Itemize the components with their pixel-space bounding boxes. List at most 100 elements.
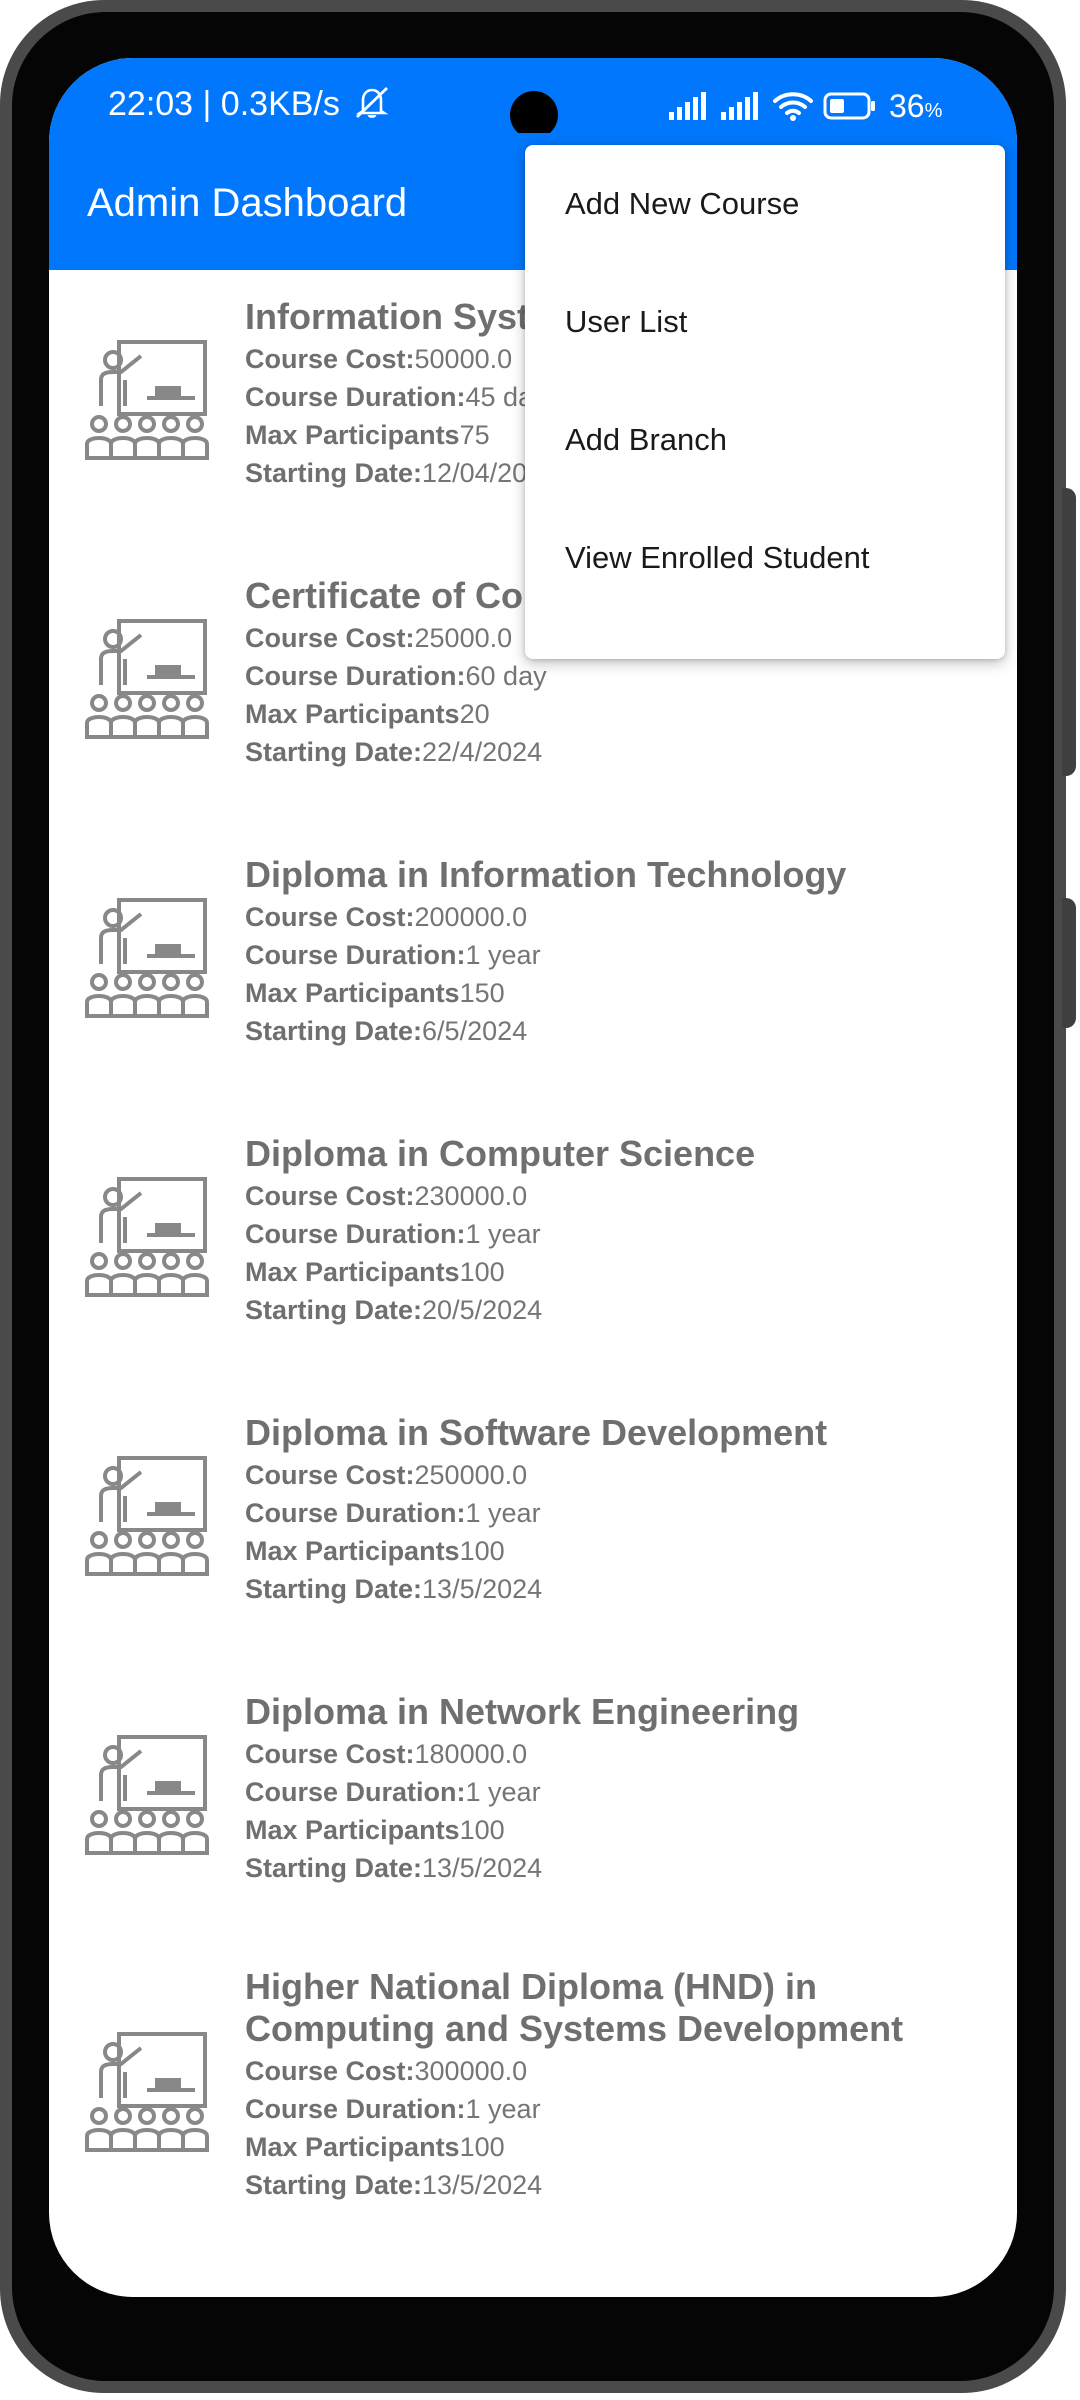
course-cost-label: Course Cost: bbox=[245, 344, 415, 374]
course-duration-value: 60 day bbox=[465, 661, 547, 691]
course-participants-label: Max Participants bbox=[245, 1257, 460, 1287]
page-title: Admin Dashboard bbox=[87, 181, 408, 225]
course-cost-value: 300000.0 bbox=[414, 2056, 528, 2086]
course-participants-label: Max Participants bbox=[245, 1536, 460, 1566]
front-camera bbox=[510, 91, 558, 139]
course-title: Diploma in Software Development bbox=[245, 1412, 828, 1453]
classroom-icon bbox=[85, 1735, 209, 1857]
course-duration-value: 1 year bbox=[465, 1777, 541, 1807]
course-cost-value: 230000.0 bbox=[414, 1181, 528, 1211]
course-participants-label: Max Participants bbox=[245, 699, 460, 729]
status-bar: 22:03 | 0.3KB/s 36% bbox=[49, 58, 1017, 139]
course-duration-value: 1 year bbox=[465, 940, 541, 970]
course-list-item[interactable]: Diploma in Software Development Course C… bbox=[49, 1386, 1017, 1665]
bell-off-icon bbox=[356, 86, 389, 119]
status-icons: 36% bbox=[669, 86, 942, 126]
battery-icon bbox=[823, 92, 875, 120]
course-duration: Course Duration:1 year bbox=[245, 936, 1005, 974]
course-cost-label: Course Cost: bbox=[245, 1460, 415, 1490]
course-list-item[interactable]: Diploma in Network Engineering Course Co… bbox=[49, 1665, 1017, 1944]
divider bbox=[49, 825, 57, 831]
course-duration-label: Course Duration: bbox=[245, 661, 466, 691]
divider bbox=[49, 267, 57, 273]
divider bbox=[49, 1941, 57, 1947]
classroom-icon bbox=[85, 619, 209, 741]
course-participants-label: Max Participants bbox=[245, 420, 460, 450]
divider bbox=[49, 1662, 57, 1668]
volume-button bbox=[1062, 898, 1076, 1028]
course-cost: Course Cost:300000.0 bbox=[245, 2052, 1005, 2090]
course-list-item[interactable]: Diploma in Computer Science Course Cost:… bbox=[49, 1107, 1017, 1386]
course-duration: Course Duration:1 year bbox=[245, 1494, 1005, 1532]
divider bbox=[49, 1383, 57, 1389]
course-cost-value: 50000.0 bbox=[414, 344, 513, 374]
course-duration: Course Duration:60 day bbox=[245, 657, 1005, 695]
course-start-date: Starting Date:6/5/2024 bbox=[245, 1012, 1005, 1050]
course-duration-value: 45 da bbox=[465, 382, 534, 412]
course-start-value: 22/4/2024 bbox=[422, 737, 543, 767]
divider bbox=[49, 546, 57, 552]
course-details: Diploma in Computer Science Course Cost:… bbox=[245, 1133, 1005, 1329]
battery-percent-unit: % bbox=[924, 99, 943, 122]
course-start-date: Starting Date:13/5/2024 bbox=[245, 1570, 1005, 1608]
course-max-participants: Max Participants100 bbox=[245, 1253, 1005, 1291]
course-participants-value: 75 bbox=[459, 420, 490, 450]
course-cost-value: 200000.0 bbox=[414, 902, 528, 932]
course-participants-value: 100 bbox=[459, 1536, 505, 1566]
course-participants-value: 20 bbox=[459, 699, 490, 729]
course-cost: Course Cost:180000.0 bbox=[245, 1735, 1005, 1773]
battery-percent: 36% bbox=[889, 88, 942, 125]
course-duration-label: Course Duration: bbox=[245, 382, 466, 412]
menu-item-add-new-course[interactable]: Add New Course bbox=[525, 145, 1005, 263]
wifi-icon bbox=[773, 92, 813, 121]
status-time-text: 22:03 | 0.3KB/s bbox=[108, 85, 340, 123]
course-duration-label: Course Duration: bbox=[245, 1219, 466, 1249]
classroom-icon bbox=[85, 898, 209, 1020]
course-duration-label: Course Duration: bbox=[245, 940, 466, 970]
power-button bbox=[1062, 488, 1076, 776]
course-title: Diploma in Computer Science bbox=[245, 1133, 756, 1174]
course-participants-value: 100 bbox=[459, 2132, 505, 2162]
battery-percent-value: 36 bbox=[889, 87, 925, 124]
course-cost-label: Course Cost: bbox=[245, 1181, 415, 1211]
course-start-value: 13/5/2024 bbox=[422, 1853, 543, 1883]
overflow-menu: Add New Course User List Add Branch View… bbox=[525, 145, 1005, 659]
course-duration-label: Course Duration: bbox=[245, 2094, 466, 2124]
course-max-participants: Max Participants150 bbox=[245, 974, 1005, 1012]
course-duration-value: 1 year bbox=[465, 1498, 541, 1528]
course-cost-value: 25000.0 bbox=[414, 623, 513, 653]
course-duration: Course Duration:1 year bbox=[245, 1773, 1005, 1811]
course-start-label: Starting Date: bbox=[245, 458, 423, 488]
course-cost-label: Course Cost: bbox=[245, 623, 415, 653]
menu-item-add-branch[interactable]: Add Branch bbox=[525, 381, 1005, 499]
course-start-label: Starting Date: bbox=[245, 1295, 423, 1325]
course-participants-label: Max Participants bbox=[245, 2132, 460, 2162]
course-participants-label: Max Participants bbox=[245, 1815, 460, 1845]
course-details: Higher National Diploma (HND) in Computi… bbox=[245, 1966, 1005, 2204]
course-start-value: 13/5/2024 bbox=[422, 2170, 543, 2200]
course-title: Higher National Diploma (HND) in Computi… bbox=[245, 1966, 904, 2049]
course-start-label: Starting Date: bbox=[245, 1853, 423, 1883]
course-cost: Course Cost:250000.0 bbox=[245, 1456, 1005, 1494]
course-cost-value: 180000.0 bbox=[414, 1739, 528, 1769]
course-participants-value: 100 bbox=[459, 1257, 505, 1287]
course-list-item[interactable]: Diploma in Information Technology Course… bbox=[49, 828, 1017, 1107]
course-cost-label: Course Cost: bbox=[245, 1739, 415, 1769]
course-cost: Course Cost:230000.0 bbox=[245, 1177, 1005, 1215]
course-title: Diploma in Network Engineering bbox=[245, 1691, 800, 1732]
course-start-label: Starting Date: bbox=[245, 1016, 423, 1046]
course-start-date: Starting Date:13/5/2024 bbox=[245, 2166, 1005, 2204]
screen: 22:03 | 0.3KB/s 36% Admin Dashboard Info… bbox=[49, 58, 1017, 2297]
course-max-participants: Max Participants20 bbox=[245, 695, 1005, 733]
course-start-value: 20/5/2024 bbox=[422, 1295, 543, 1325]
classroom-icon bbox=[85, 340, 209, 462]
menu-item-user-list[interactable]: User List bbox=[525, 263, 1005, 381]
course-duration-value: 1 year bbox=[465, 1219, 541, 1249]
course-start-value: 13/5/2024 bbox=[422, 1574, 543, 1604]
course-details: Diploma in Software Development Course C… bbox=[245, 1412, 1005, 1608]
course-details: Diploma in Information Technology Course… bbox=[245, 854, 1005, 1050]
course-cost-label: Course Cost: bbox=[245, 2056, 415, 2086]
course-details: Diploma in Network Engineering Course Co… bbox=[245, 1691, 1005, 1887]
menu-item-view-enrolled-student[interactable]: View Enrolled Student bbox=[525, 499, 1005, 617]
course-list-item[interactable]: Higher National Diploma (HND) in Computi… bbox=[49, 1944, 1017, 2276]
